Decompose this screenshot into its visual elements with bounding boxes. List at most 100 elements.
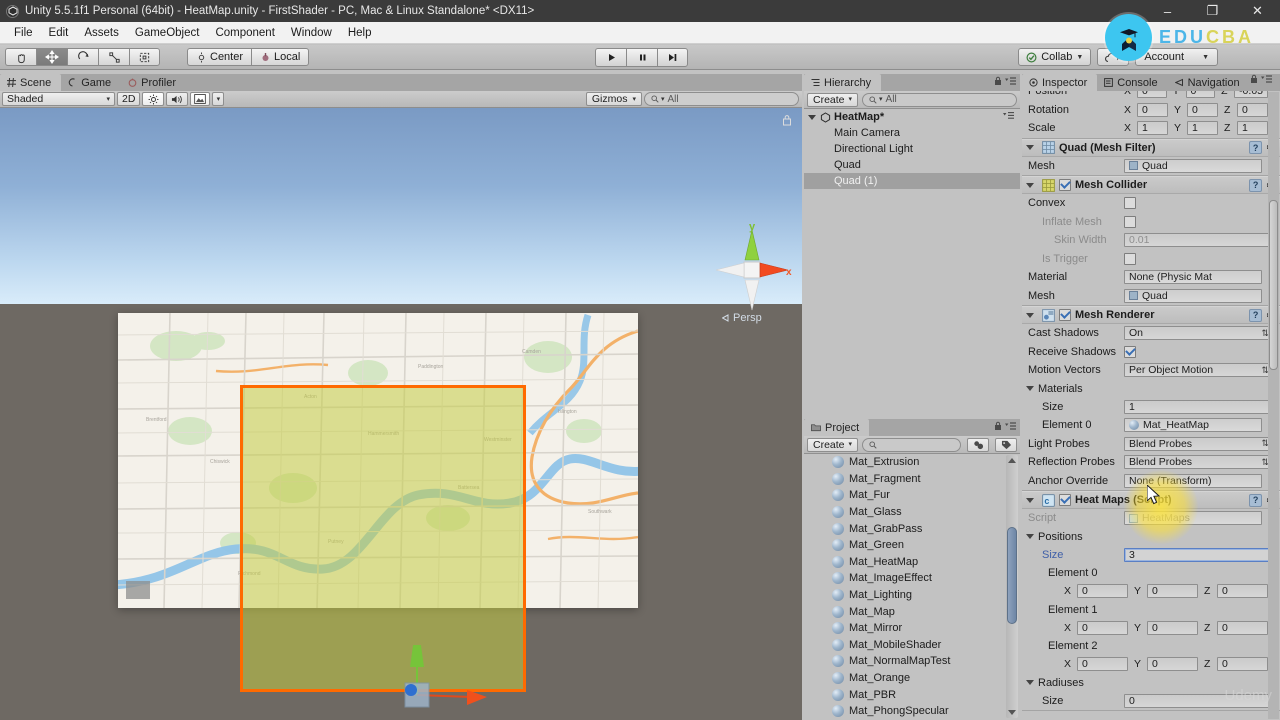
scene-view-orientation-gizmo[interactable]: y x [712, 221, 794, 324]
inspector-scrollbar[interactable] [1268, 92, 1279, 719]
tab-hierarchy[interactable]: Hierarchy [804, 74, 882, 91]
convex-checkbox[interactable] [1124, 197, 1136, 210]
position-y-field[interactable]: 0 [1185, 91, 1216, 99]
position-x-field[interactable]: 0 [1137, 91, 1167, 99]
hierarchy-item-quad-1[interactable]: Quad (1) [804, 173, 1020, 189]
hierarchy-item-directional-light[interactable]: Directional Light [804, 141, 1020, 157]
materials-foldout-icon[interactable] [1026, 386, 1034, 391]
hierarchy-create-button[interactable]: Create ▾ [807, 92, 859, 107]
tab-game[interactable]: Game [61, 74, 122, 91]
project-asset-row[interactable]: Mat_Lighting [804, 587, 1020, 604]
light-probes-dropdown[interactable]: Blend Probes ⇅ [1124, 436, 1274, 451]
positions-element2-x-field[interactable]: 0 [1077, 657, 1128, 672]
pause-button[interactable] [626, 47, 657, 67]
positions-element1-z-field[interactable]: 0 [1217, 620, 1268, 635]
menu-window[interactable]: Window [283, 25, 340, 41]
heat-maps-enabled-checkbox[interactable] [1059, 494, 1071, 506]
scene-search-input[interactable]: ▾ All [644, 92, 799, 106]
mesh-filter-mesh-field[interactable]: Quad [1124, 158, 1262, 173]
scale-tool-button[interactable] [98, 48, 129, 66]
position-z-field[interactable]: -0.05 [1234, 91, 1268, 99]
positions-foldout-icon[interactable] [1026, 534, 1034, 539]
menu-edit[interactable]: Edit [41, 25, 77, 41]
project-search-input[interactable] [862, 437, 961, 452]
materials-foldout[interactable]: Materials [1022, 380, 1280, 398]
project-asset-row[interactable]: Mat_PhongSpecular [804, 703, 1020, 720]
project-asset-row[interactable]: Mat_MobileShader [804, 637, 1020, 654]
tab-scene[interactable]: Scene [0, 74, 62, 91]
collider-material-field[interactable]: None (Physic Mat [1124, 270, 1262, 285]
tab-inspector[interactable]: Inspector [1022, 74, 1098, 91]
positions-element0-z-field[interactable]: 0 [1217, 584, 1268, 599]
menu-gameobject[interactable]: GameObject [127, 25, 208, 41]
help-icon[interactable]: ? [1249, 493, 1263, 507]
menu-assets[interactable]: Assets [76, 25, 127, 41]
collider-mesh-field[interactable]: Quad [1124, 288, 1262, 303]
project-scroll-thumb[interactable] [1007, 527, 1017, 624]
project-asset-row[interactable]: Mat_Orange [804, 670, 1020, 687]
rect-tool-button[interactable] [129, 48, 160, 66]
toggle-effects-button[interactable] [190, 92, 211, 106]
menu-component[interactable]: Component [207, 25, 282, 41]
project-asset-row[interactable]: Mat_Fur [804, 487, 1020, 504]
step-button[interactable] [657, 47, 688, 67]
project-asset-row[interactable]: Mat_PBR [804, 686, 1020, 703]
anchor-override-field[interactable]: None (Transform) [1124, 473, 1262, 488]
project-asset-row[interactable]: Mat_Extrusion [804, 454, 1020, 471]
collab-button[interactable]: Collab ▼ [1018, 48, 1092, 66]
draw-mode-dropdown[interactable]: Shaded ▾ [2, 92, 115, 106]
mesh-collider-header[interactable]: Mesh Collider ? ⚙ [1022, 176, 1280, 194]
toggle-lighting-button[interactable] [142, 92, 165, 106]
toggle-audio-button[interactable] [166, 92, 189, 106]
move-tool-button[interactable] [36, 48, 67, 66]
project-asset-row[interactable]: Mat_Glass [804, 504, 1020, 521]
positions-element0-x-field[interactable]: 0 [1077, 584, 1128, 599]
tab-navigation[interactable]: Navigation [1167, 74, 1250, 91]
mesh-filter-foldout-icon[interactable] [1026, 145, 1034, 150]
tab-project[interactable]: Project [804, 419, 870, 436]
heat-maps-foldout-icon[interactable] [1026, 497, 1034, 503]
heat-maps-header[interactable]: c Heat Maps (Script) ? ⚙ [1022, 491, 1280, 509]
scene-expand-arrow-icon[interactable] [808, 114, 816, 120]
rotate-tool-button[interactable] [67, 48, 98, 66]
mesh-collider-enabled-checkbox[interactable] [1059, 179, 1071, 191]
hierarchy-search-input[interactable]: ▾ All [862, 92, 1017, 107]
cast-shadows-dropdown[interactable]: On ⇅ [1124, 326, 1274, 341]
receive-shadows-checkbox[interactable] [1124, 345, 1136, 358]
rotation-y-field[interactable]: 0 [1187, 102, 1218, 117]
project-asset-row[interactable]: Mat_Green [804, 537, 1020, 554]
mesh-renderer-foldout-icon[interactable] [1026, 312, 1034, 318]
mesh-filter-header[interactable]: Quad (Mesh Filter) ? ⚙ [1022, 138, 1280, 157]
effects-dropdown-button[interactable]: ▾ [212, 92, 225, 106]
mesh-renderer-header[interactable]: Mesh Renderer ? ⚙ [1022, 306, 1280, 324]
scale-z-field[interactable]: 1 [1237, 121, 1268, 136]
project-asset-row[interactable]: Mat_GrabPass [804, 520, 1020, 537]
scale-x-field[interactable]: 1 [1137, 121, 1168, 136]
positions-element1-y-field[interactable]: 0 [1147, 620, 1198, 635]
positions-size-field[interactable]: 3 [1124, 547, 1274, 562]
project-asset-row[interactable]: Mat_Map [804, 603, 1020, 620]
tab-console[interactable]: Console [1097, 74, 1168, 91]
positions-foldout[interactable]: Positions [1022, 528, 1280, 546]
inspector-scroll-thumb[interactable] [1269, 200, 1278, 370]
scene-context-menu-icon[interactable] [1003, 111, 1015, 123]
project-create-button[interactable]: Create ▾ [807, 437, 859, 452]
positions-element2-y-field[interactable]: 0 [1147, 657, 1198, 672]
radiuses-fold |out-icon[interactable] [1026, 680, 1034, 685]
scroll-down-arrow-icon[interactable] [1008, 710, 1016, 715]
project-filter-type-button[interactable] [967, 437, 989, 452]
reflection-probes-dropdown[interactable]: Blend Probes ⇅ [1124, 455, 1274, 470]
project-asset-row[interactable]: Mat_NormalMapTest [804, 653, 1020, 670]
mesh-renderer-enabled-checkbox[interactable] [1059, 309, 1071, 321]
help-icon[interactable]: ? [1249, 178, 1263, 192]
camera-projection-label[interactable]: Persp [722, 312, 762, 324]
play-button[interactable] [595, 47, 626, 67]
materials-size-field[interactable]: 1 [1124, 399, 1274, 414]
rotation-x-field[interactable]: 0 [1137, 102, 1168, 117]
menu-file[interactable]: File [6, 25, 41, 41]
positions-element0-y-field[interactable]: 0 [1147, 584, 1198, 599]
help-icon[interactable]: ? [1249, 308, 1263, 322]
project-asset-row[interactable]: Mat_ImageEffect [804, 570, 1020, 587]
hierarchy-scene-root[interactable]: HeatMap* [804, 109, 1020, 125]
scroll-up-arrow-icon[interactable] [1008, 458, 1016, 463]
